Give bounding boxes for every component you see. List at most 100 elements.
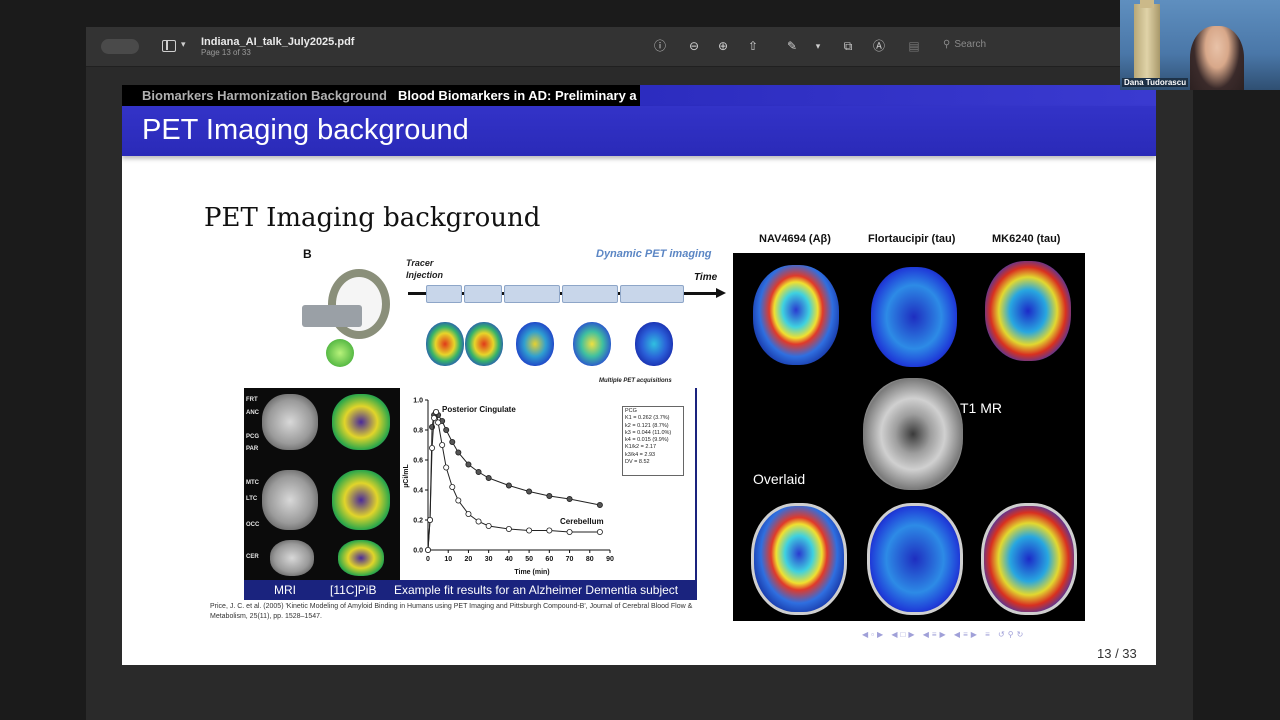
fit-param: K1 = 0.262 (3.7%) <box>625 415 670 422</box>
fit-parameters-box: PCG K1 = 0.262 (3.7%) k2 = 0.121 (8.7%) … <box>622 406 684 476</box>
viewer-toolbar: ▾ Indiana_AI_talk_July2025.pdf Page 13 o… <box>86 27 1193 67</box>
participant-name: Dana Tudorascu <box>1122 78 1189 87</box>
data-point <box>526 527 533 534</box>
nav-section-link-1[interactable]: Biomarkers Harmonization Background <box>142 88 387 103</box>
time-label: Time <box>694 272 718 283</box>
pet-frame-brain-4 <box>573 322 611 366</box>
page-indicator: Page 13 of 33 <box>201 48 251 57</box>
markup-menu-chevron-icon[interactable]: ▾ <box>810 38 826 54</box>
series-label-posterior: Posterior Cingulate <box>442 405 516 414</box>
data-point <box>433 408 440 415</box>
frame-2 <box>464 285 502 303</box>
region-label: PAR <box>246 446 259 452</box>
mri-slice-3 <box>270 540 314 576</box>
data-point <box>443 427 450 434</box>
document-title: Indiana_AI_talk_July2025.pdf <box>201 36 355 48</box>
data-point <box>546 527 553 534</box>
tracer-header: MK6240 (tau) <box>992 233 1061 245</box>
region-label: MTC <box>246 480 259 486</box>
y-tick-label: 0.6 <box>413 458 423 465</box>
x-tick-label: 90 <box>606 556 614 563</box>
participant-image <box>1190 26 1244 90</box>
data-point <box>427 516 434 523</box>
region-label: ANC <box>246 410 259 416</box>
data-point <box>596 528 603 535</box>
y-tick-label: 0.0 <box>413 548 423 555</box>
flortaucipir-pet-image <box>871 267 957 367</box>
pib-slice-1 <box>332 394 390 450</box>
data-point <box>449 439 456 446</box>
dynamic-pet-figure: B Tracer Injection Dynamic PET imaging T… <box>302 245 726 385</box>
slide-page: Biomarkers Harmonization Background Bloo… <box>122 85 1156 665</box>
nav4694-pet-image <box>753 265 839 365</box>
data-point <box>505 482 512 489</box>
pet-frame-brain-3 <box>516 322 554 366</box>
mri-slice-1 <box>262 394 318 450</box>
region-label: FRT <box>246 397 258 403</box>
x-tick-label: 10 <box>444 556 452 563</box>
overlaid-mk6240-image <box>981 503 1077 615</box>
participant-video[interactable]: Dana Tudorascu <box>1120 0 1280 90</box>
markup-icon[interactable]: ✎ <box>784 38 800 54</box>
plot-series <box>424 408 603 553</box>
figure-label-b: B <box>303 247 312 261</box>
section-navigation: Biomarkers Harmonization Background Bloo… <box>122 85 1156 106</box>
t1-mr-image <box>863 378 963 490</box>
pet-frame-brain-5 <box>635 322 673 366</box>
data-point <box>485 522 492 529</box>
mk6240-pet-image <box>985 261 1071 361</box>
tracer-header: Flortaucipir (tau) <box>868 233 956 245</box>
pib-kinetics-figure: FRT ANC PCG PAR MTC LTC OCC CER 0 10 20 30 4… <box>244 388 697 600</box>
annotate-icon[interactable]: Ⓐ <box>871 38 887 54</box>
data-point <box>566 528 573 535</box>
data-point <box>546 493 553 500</box>
overlaid-nav4694-image <box>751 503 847 615</box>
region-label: PCG <box>246 434 260 440</box>
figure-caption: Example fit results for an Alzheimer Dem… <box>394 583 679 597</box>
zoom-out-icon[interactable]: ⊖ <box>686 38 702 54</box>
x-tick-label: 60 <box>545 556 553 563</box>
dynamic-pet-label: Dynamic PET imaging <box>596 248 712 260</box>
chevron-down-icon[interactable]: ▾ <box>181 39 186 50</box>
frame-1 <box>426 285 462 303</box>
pet-scanner-image <box>328 269 390 339</box>
patient-table-image <box>302 305 362 327</box>
data-point <box>475 518 482 525</box>
nav-strip-blue <box>640 85 1156 106</box>
data-point <box>475 469 482 476</box>
data-point <box>449 484 456 491</box>
slide-title: PET Imaging background <box>142 114 469 146</box>
share-icon[interactable]: ⇧ <box>745 38 761 54</box>
data-point <box>455 497 462 504</box>
data-point <box>443 464 450 471</box>
fit-param: k2 = 0.121 (8.7%) <box>625 422 669 429</box>
frame-4 <box>562 285 618 303</box>
x-tick-label: 80 <box>586 556 594 563</box>
x-tick-label: 0 <box>426 556 430 563</box>
sidebar-toggle-icon[interactable] <box>162 40 176 52</box>
nav-section-link-2[interactable]: Blood Biomarkers in AD: Preliminary a <box>398 88 640 103</box>
rotate-icon[interactable]: ⧉ <box>840 38 856 54</box>
y-tick-label: 0.8 <box>413 428 423 435</box>
window-controls[interactable] <box>101 39 139 54</box>
region-label: CER <box>246 554 259 560</box>
data-point <box>431 414 438 421</box>
y-tick-label: 1.0 <box>413 398 423 405</box>
radiotracer-image <box>326 339 354 367</box>
info-icon[interactable]: ⓘ <box>652 38 668 54</box>
pib-slice-2 <box>332 470 390 530</box>
zoom-in-icon[interactable]: ⊕ <box>715 38 731 54</box>
x-tick-label: 70 <box>566 556 574 563</box>
body-title: PET Imaging background <box>204 203 541 233</box>
y-tick-label: 0.2 <box>413 518 423 525</box>
form-icon[interactable]: ▤ <box>906 38 922 54</box>
mri-pib-panel: FRT ANC PCG PAR MTC LTC OCC CER <box>244 388 400 580</box>
pet-frame-brain-1 <box>426 322 464 366</box>
beamer-navigation-symbols[interactable]: ◀▫▶ ◀□▶ ◀≡▶ ◀≡▶ ≡ ↺⚲↻ <box>862 630 1142 640</box>
tracer-header: NAV4694 (Aβ) <box>759 233 831 245</box>
caption-mri: MRI <box>274 583 296 597</box>
search-field[interactable]: ⚲ Search <box>939 39 1109 55</box>
citation: Price, J. C. et al. (2005) 'Kinetic Mode… <box>210 603 693 620</box>
frame-3 <box>504 285 560 303</box>
data-point <box>526 488 533 495</box>
